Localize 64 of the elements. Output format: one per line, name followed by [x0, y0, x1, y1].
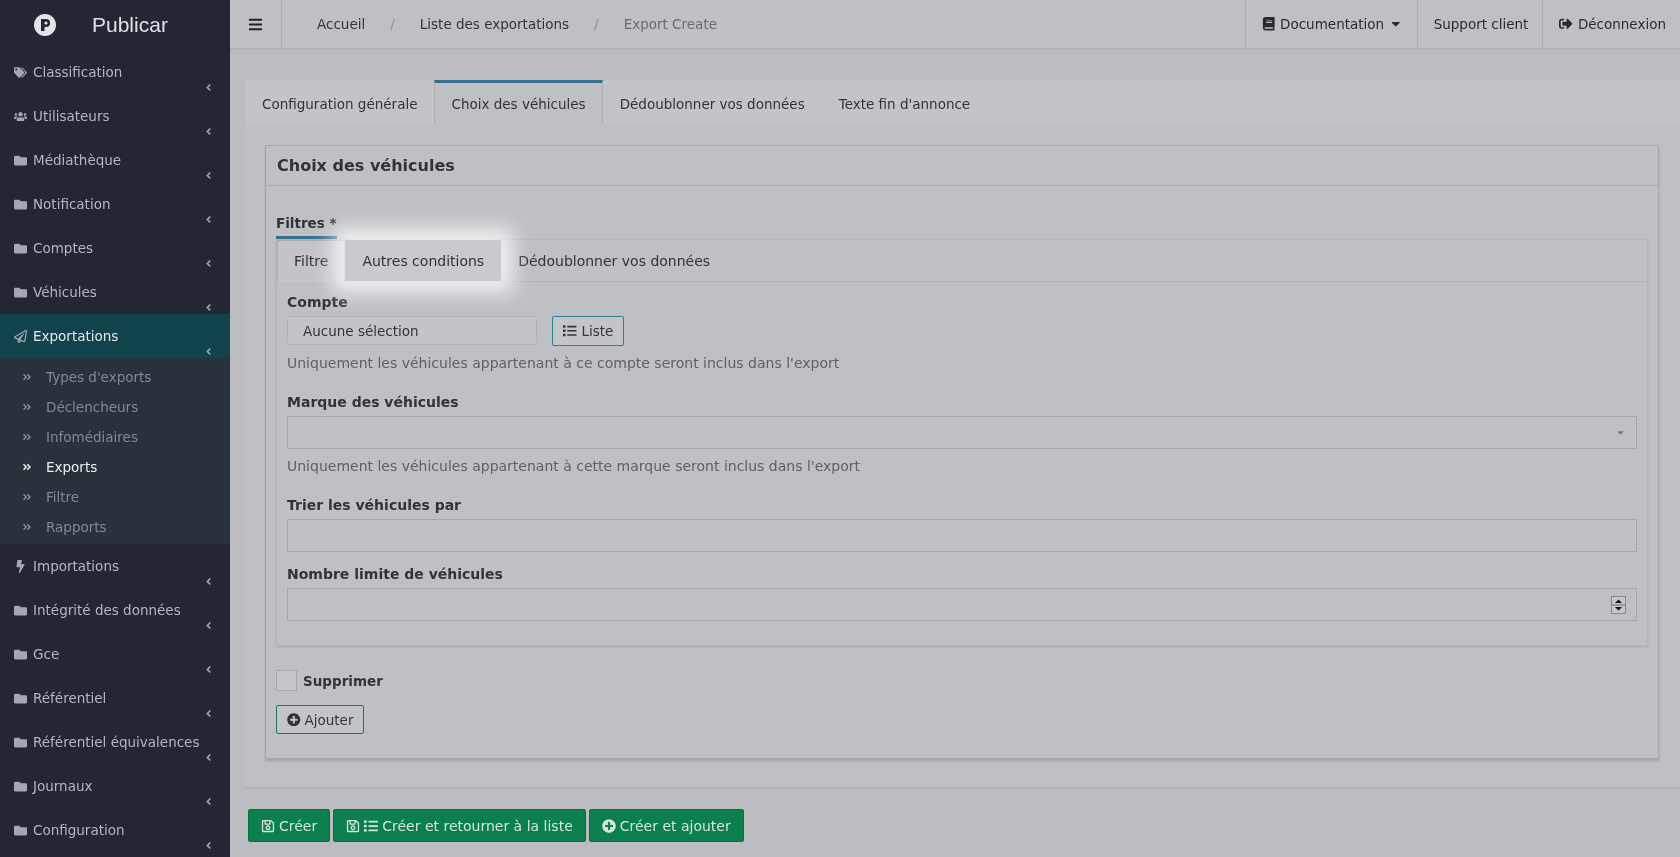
- breadcrumb-link[interactable]: Accueil: [317, 16, 366, 32]
- tab[interactable]: Texte fin d'annonce: [821, 80, 988, 124]
- sidebar-item[interactable]: Exportations: [0, 314, 230, 358]
- submenu-item[interactable]: Filtre: [0, 482, 230, 512]
- submenu-item[interactable]: Déclencheurs: [0, 392, 230, 422]
- tab[interactable]: Autres conditions: [345, 240, 502, 281]
- sidebar-item[interactable]: Notification: [0, 182, 230, 226]
- account-field[interactable]: Aucune sélection: [287, 316, 537, 345]
- sidebar-item[interactable]: Classification: [0, 50, 230, 94]
- field-label: Nombre limite de véhicules: [287, 566, 504, 582]
- sidebar-item[interactable]: Utilisateurs: [0, 94, 230, 138]
- sidebar-item[interactable]: Intégrité des données: [0, 588, 230, 632]
- sidebar-item[interactable]: Journaux: [0, 764, 230, 808]
- tab[interactable]: Dédoublonner vos données: [501, 240, 728, 281]
- sidebar-item[interactable]: Référentiel: [0, 676, 230, 720]
- sidebar-item[interactable]: Véhicules: [0, 270, 230, 314]
- tab[interactable]: Choix des véhicules: [434, 80, 603, 124]
- breadcrumb-link[interactable]: Liste des exportations: [419, 16, 570, 32]
- sidebar-label: Journaux: [33, 778, 93, 794]
- tab[interactable]: Dédoublonner vos données: [602, 80, 822, 124]
- checkbox-label: Supprimer: [303, 672, 383, 689]
- nav-link[interactable]: Documentation: [1244, 0, 1417, 48]
- action-button[interactable]: Créer et retourner à la liste: [333, 809, 586, 842]
- sidebar-item[interactable]: Comptes: [0, 226, 230, 270]
- submenu-item[interactable]: Infomédiaires: [0, 422, 230, 452]
- submenu-item[interactable]: Types d'exports: [0, 362, 230, 392]
- brand-name: Publicar: [92, 13, 168, 37]
- sidebar-label: Véhicules: [33, 284, 97, 300]
- sidebar-item[interactable]: Référentiel équivalences: [0, 720, 230, 764]
- sidebar-item[interactable]: Configuration: [0, 808, 230, 852]
- sidebar-label: Exportations: [33, 328, 119, 344]
- sidebar-item[interactable]: Médiathèque: [0, 138, 230, 182]
- sidebar-label: Classification: [33, 64, 123, 80]
- action-button[interactable]: Créer: [248, 809, 331, 842]
- action-button[interactable]: Créer et ajouter: [588, 809, 744, 842]
- sidebar-item[interactable]: Importations: [0, 544, 230, 588]
- sidebar-label: Référentiel équivalences: [33, 734, 200, 750]
- sidebar-label: Référentiel: [33, 690, 107, 706]
- sidebar-label: Gce: [33, 646, 60, 662]
- help-text: Uniquement les véhicules appartenant à ce compte seront inclus dans l'export: [287, 355, 841, 371]
- sidebar-label: Comptes: [33, 240, 94, 256]
- tab[interactable]: Filtre: [277, 240, 346, 282]
- tab[interactable]: Configuration générale: [245, 80, 435, 124]
- submenu-item[interactable]: Rapports: [0, 512, 230, 542]
- sidebar-label: Utilisateurs: [33, 108, 110, 124]
- sidebar-label: Notification: [33, 196, 111, 212]
- field-label: Compte: [287, 294, 349, 310]
- field-label: Trier les véhicules par: [287, 497, 462, 513]
- sidebar-label: Intégrité des données: [33, 602, 181, 618]
- nav-link[interactable]: Support client: [1416, 0, 1543, 48]
- sidebar-item[interactable]: Gce: [0, 632, 230, 676]
- breadcrumb-separator: /: [390, 16, 395, 32]
- sidebar-label: Médiathèque: [33, 152, 122, 168]
- add-button[interactable]: Ajouter: [276, 705, 365, 734]
- nav-link[interactable]: Déconnexion: [1542, 0, 1680, 48]
- sidebar-label: Importations: [33, 558, 119, 574]
- list-button[interactable]: Liste: [552, 316, 625, 346]
- panel-title: Choix des véhicules: [266, 146, 1658, 186]
- breadcrumb-separator: /: [594, 16, 599, 32]
- field-label: Marque des véhicules: [287, 394, 460, 410]
- breadcrumb-current: Export Create: [623, 16, 717, 32]
- help-text: Uniquement les véhicules appartenant à cette marque seront inclus dans l'export: [287, 458, 862, 474]
- sidebar-label: Configuration: [33, 822, 125, 838]
- submenu-item[interactable]: Exports: [0, 452, 230, 482]
